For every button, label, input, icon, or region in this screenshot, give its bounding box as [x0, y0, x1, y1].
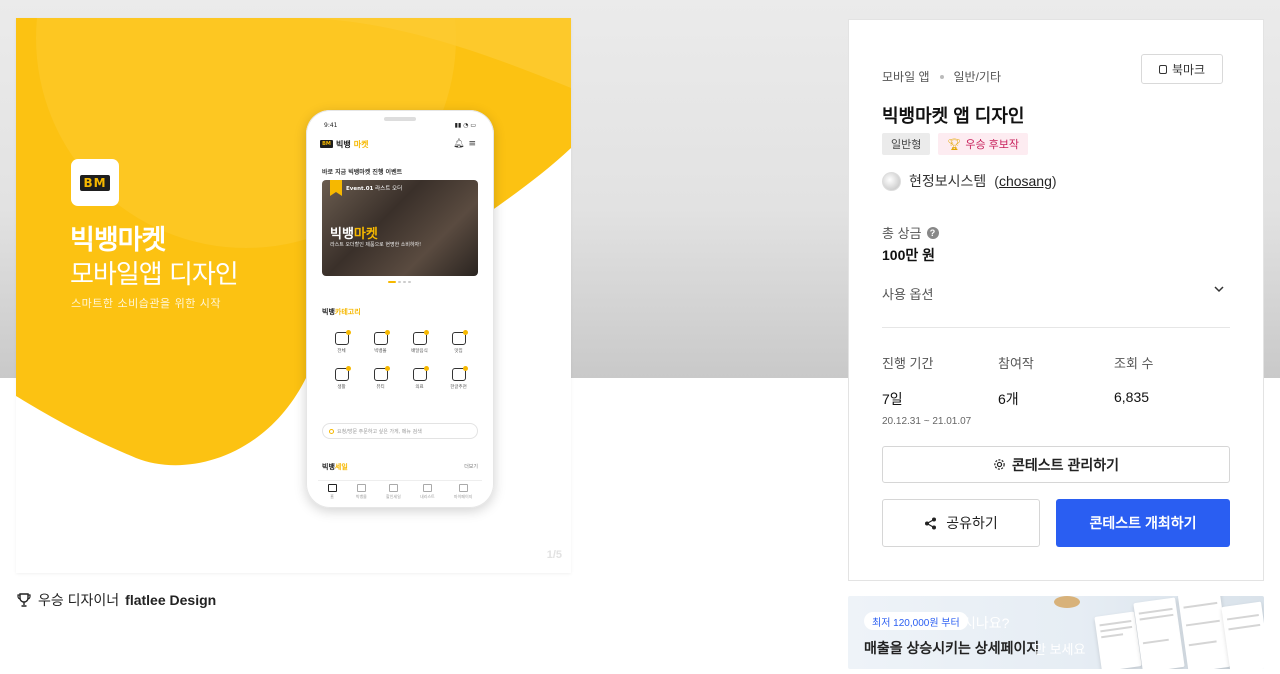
brand-logo: BM — [71, 159, 119, 206]
category-item: 한글추천 — [439, 366, 478, 390]
phone-category-grid: 전체 빅뱅몰 배달음식 맛집 생활 뷰티 의료 한글추천 — [322, 330, 478, 390]
phone-event-banner: Event.01 라스트 오더 빅뱅마켓 라스트 오더할인 제품으로 현명한 소… — [322, 180, 478, 276]
category-icon — [451, 330, 468, 345]
ad-headline: 매출을 상승시키는 상세페이지 — [864, 640, 1040, 656]
search-icon — [329, 428, 334, 434]
category-item: 전체 — [322, 330, 361, 354]
trophy-icon: 🏆︎ — [947, 138, 962, 151]
category-item: 빅뱅몰 — [361, 330, 400, 354]
ad-ghost-text: 만 보세요 — [1034, 642, 1086, 657]
prize-label: 총 상금 ? — [882, 223, 939, 242]
gear-icon — [994, 459, 1005, 470]
image-counter: 1/5 — [546, 549, 562, 561]
host-contest-button[interactable]: 콘테스트 개최하기 — [1056, 499, 1230, 547]
bookmark-button[interactable]: 북마크 — [1141, 54, 1223, 84]
category-icon — [412, 330, 429, 345]
ad-page-mockup — [1221, 601, 1264, 669]
phone-tabbar: 홈 빅뱅몰 할인세일 내리스트 마이페이지 — [318, 480, 482, 502]
breadcrumb-category[interactable]: 모바일 앱 — [882, 68, 930, 85]
phone-event-heading: 바로 지금 빅뱅마켓 진행 이벤트 — [322, 169, 403, 176]
category-icon — [373, 330, 390, 345]
ribbon-icon — [330, 180, 342, 196]
stat-entries: 참여작 6개 — [998, 356, 1034, 407]
host-name: 현정보시스템 — [909, 173, 987, 189]
contest-stats: 진행 기간 7일 20.12.31 ~ 21.01.07 참여작 6개 조회 수… — [882, 353, 1230, 427]
phone-tab: 내리스트 — [420, 484, 435, 502]
category-icon — [412, 366, 429, 381]
ad-price-pill: 최저 120,000원 부터 — [864, 612, 968, 630]
category-item: 배달음식 — [400, 330, 439, 354]
category-item: 뷰티 — [361, 366, 400, 390]
breadcrumb: 모바일 앱 일반/기타 — [882, 68, 1001, 85]
bell-menu-icon: 🔔︎≡ — [453, 139, 480, 149]
share-button[interactable]: 공유하기 — [882, 499, 1040, 547]
category-icon — [373, 366, 390, 381]
sale-icon — [388, 484, 398, 492]
phone-tab: 홈 — [327, 484, 337, 502]
manage-contest-button[interactable]: 콘테스트 관리하기 — [882, 446, 1230, 483]
phone-tab: 할인세일 — [386, 484, 401, 502]
contest-badges: 일반형 🏆︎ 우승 후보작 — [882, 133, 1028, 155]
phone-logo-icon: BM — [320, 140, 333, 148]
ad-decoration — [1054, 596, 1080, 608]
hero-tagline: 스마트한 소비습관을 위한 시작 — [71, 297, 222, 310]
prize-value: 100만 원 — [882, 247, 936, 263]
category-icon — [334, 330, 351, 345]
award-badge: 🏆︎ 우승 후보작 — [938, 133, 1028, 155]
breadcrumb-separator — [939, 74, 944, 79]
phone-tab: 빅뱅몰 — [356, 484, 367, 502]
avatar — [882, 171, 901, 191]
contest-title: 빅뱅마켓 앱 디자인 — [882, 106, 1025, 126]
breadcrumb-subcategory[interactable]: 일반/기타 — [954, 68, 1002, 85]
category-item: 의료 — [400, 366, 439, 390]
phone-tab: 마이페이지 — [454, 484, 472, 502]
phone-status-bar: 9:41 ▮▮ ◔ ▭ — [324, 122, 476, 129]
stat-views: 조회 수 6,835 — [1114, 356, 1154, 405]
category-item: 맛집 — [439, 330, 478, 354]
chevron-down-icon[interactable] — [1213, 283, 1225, 295]
phone-category-title: 빅뱅카테고리 — [322, 308, 361, 316]
phone-mockup: 9:41 ▮▮ ◔ ▭ BM 빅뱅 마켓 🔔︎≡ 바로 지금 빅뱅마켓 진행 이벤… — [306, 110, 494, 508]
ad-page-mockup — [1094, 611, 1142, 669]
status-time: 9:41 — [324, 122, 338, 129]
host-id-link[interactable]: chosang — [999, 173, 1052, 189]
contest-thumbnail[interactable]: BM 빅뱅마켓 모바일앱 디자인 스마트한 소비습관을 위한 시작 9:41 ▮… — [16, 18, 571, 573]
winner-designer: 우승 디자이너 flatlee Design — [16, 590, 216, 610]
category-item: 생활 — [322, 366, 361, 390]
phone-notch — [384, 117, 416, 121]
stat-period: 진행 기간 7일 20.12.31 ~ 21.01.07 — [882, 356, 972, 427]
list-icon — [422, 484, 432, 492]
signal-battery-icon: ▮▮ ◔ ▭ — [454, 122, 476, 129]
phone-search-bar: 요청/방문 주문하고 싶은 가게, 메뉴 검색 — [322, 423, 478, 439]
phone-appbar: BM 빅뱅 마켓 🔔︎≡ — [320, 137, 480, 151]
share-icon — [925, 517, 937, 529]
hero-title: 빅뱅마켓 — [70, 225, 166, 256]
home-icon — [327, 484, 337, 492]
winner-name[interactable]: flatlee Design — [125, 592, 216, 608]
phone-brand: BM 빅뱅 마켓 — [320, 139, 368, 150]
hero-subtitle: 모바일앱 디자인 — [70, 260, 239, 290]
contest-info-panel: 모바일 앱 일반/기타 북마크 빅뱅마켓 앱 디자인 일반형 🏆︎ 우승 후보작… — [848, 19, 1264, 581]
phone-sale-title: 빅뱅세일 — [322, 463, 348, 471]
bookmark-icon — [1158, 64, 1167, 74]
host-info: 현정보시스템 (chosang) — [882, 171, 1057, 191]
ad-page-mockup — [1133, 597, 1185, 669]
use-option-label[interactable]: 사용 옵션 — [882, 284, 933, 303]
ad-ghost-text: 시나요? — [963, 615, 1010, 631]
phone-more-link: 더보기 — [464, 464, 478, 470]
type-badge: 일반형 — [882, 133, 931, 155]
divider — [882, 327, 1230, 328]
ad-banner[interactable]: 최저 120,000원 부터 시나요? 매출을 상승시키는 상세페이지 만 보세… — [848, 596, 1264, 669]
help-icon[interactable]: ? — [926, 226, 939, 239]
user-icon — [458, 484, 468, 492]
shop-icon — [356, 484, 366, 492]
category-icon — [334, 366, 351, 381]
category-icon — [451, 366, 468, 381]
trophy-icon — [17, 593, 31, 607]
carousel-dots — [388, 281, 411, 283]
